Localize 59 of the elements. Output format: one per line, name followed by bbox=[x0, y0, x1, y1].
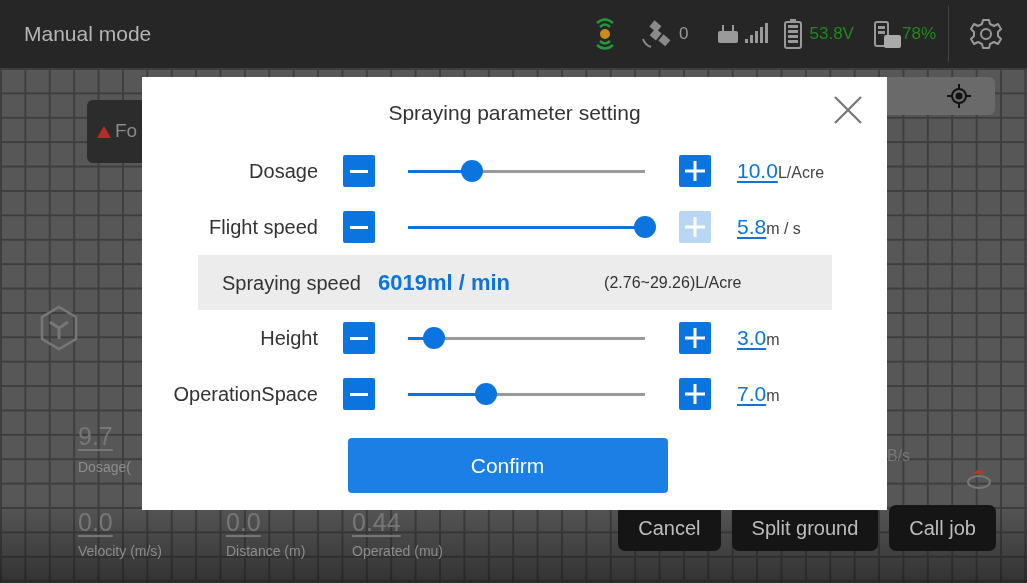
minus-button[interactable] bbox=[343, 322, 375, 354]
slider-thumb[interactable] bbox=[634, 216, 656, 238]
stat-label: Velocity (m/s) bbox=[78, 542, 163, 561]
action-button[interactable]: Call job bbox=[889, 505, 996, 551]
unit-label: m / s bbox=[766, 220, 801, 238]
summary-value: 6019ml / min bbox=[378, 269, 511, 297]
cube-icon bbox=[39, 305, 79, 351]
plus-icon bbox=[685, 384, 705, 404]
unit-label: m bbox=[766, 387, 780, 405]
plus-icon bbox=[685, 328, 705, 348]
battery-icon bbox=[783, 19, 802, 49]
slider-thumb[interactable] bbox=[475, 383, 498, 405]
unit-label: m bbox=[766, 331, 780, 349]
value-field[interactable]: 10.0 bbox=[737, 159, 778, 183]
stat-label: Distance (m) bbox=[226, 542, 307, 561]
stat-label: Dosage( bbox=[78, 458, 131, 477]
minus-button[interactable] bbox=[343, 155, 375, 187]
parameter-label: Flight speed bbox=[208, 215, 318, 240]
plus-icon bbox=[685, 217, 705, 237]
stat-value: 0.44 bbox=[352, 510, 402, 535]
settings-button[interactable] bbox=[969, 17, 1003, 51]
range-text: (2.76~29.26)L/Acre bbox=[604, 272, 742, 293]
remote-battery-level: 78% bbox=[901, 23, 936, 46]
unit-label: L/Acre bbox=[777, 164, 825, 182]
stat-value: 9.7 bbox=[78, 424, 114, 449]
battery-voltage: 53.8V bbox=[809, 23, 854, 46]
screen-title: Manual mode bbox=[24, 21, 152, 48]
minus-icon bbox=[350, 336, 368, 340]
remote-battery-icon bbox=[873, 19, 902, 49]
stat-label: Operated (mu) bbox=[352, 542, 444, 561]
remote-signal-icon bbox=[716, 22, 769, 46]
warning-icon bbox=[97, 125, 111, 138]
dialog-title: Spraying parameter setting bbox=[388, 100, 641, 126]
slider-thumb[interactable] bbox=[461, 160, 483, 182]
minus-icon bbox=[350, 225, 368, 229]
plus-button[interactable] bbox=[679, 378, 711, 410]
parameter-label: Dosage bbox=[248, 159, 318, 184]
close-icon bbox=[833, 95, 863, 125]
close-button[interactable] bbox=[833, 95, 863, 125]
plus-button[interactable] bbox=[679, 155, 711, 187]
summary-label: Spraying speed bbox=[222, 270, 361, 296]
value-field[interactable]: 7.0 bbox=[737, 382, 767, 406]
satellite-count: 0 bbox=[679, 23, 689, 46]
settings-icon bbox=[969, 17, 1003, 51]
minus-icon bbox=[350, 169, 368, 173]
parameter-label: OperationSpace bbox=[172, 382, 318, 407]
value-field[interactable]: 5.8 bbox=[737, 215, 767, 239]
minus-button[interactable] bbox=[343, 211, 375, 243]
minus-icon bbox=[350, 392, 368, 396]
rate-unit: B/s bbox=[887, 446, 911, 466]
locate-icon[interactable] bbox=[947, 84, 971, 108]
plus-button[interactable] bbox=[679, 322, 711, 354]
value-field[interactable]: 3.0 bbox=[737, 326, 767, 350]
minus-button[interactable] bbox=[343, 378, 375, 410]
satellite-icon bbox=[639, 19, 672, 49]
confirm-button[interactable]: Confirm bbox=[347, 438, 668, 493]
parameter-label: Height bbox=[259, 326, 318, 351]
slider-thumb[interactable] bbox=[423, 327, 446, 349]
plus-icon bbox=[685, 161, 705, 181]
